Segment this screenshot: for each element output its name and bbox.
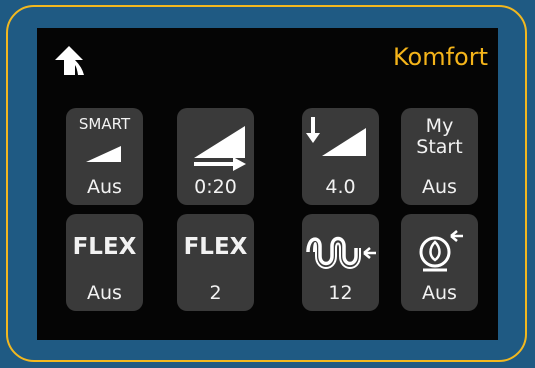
tile-start-pressure[interactable]: 4.0 bbox=[302, 108, 379, 205]
tile-label-line2: Start bbox=[416, 136, 463, 158]
page-title: Komfort bbox=[392, 43, 488, 71]
tile-value: 0:20 bbox=[194, 176, 237, 198]
tile-ramp-time[interactable]: 0:20 bbox=[177, 108, 254, 205]
mask-fit-icon bbox=[419, 230, 463, 272]
device-screen: Komfort SMART Aus 0:20 4.0 My Start Aus bbox=[37, 28, 498, 340]
tube-setting-icon bbox=[306, 236, 376, 269]
tile-flex-2[interactable]: FLEX 2 bbox=[177, 214, 254, 311]
tile-value: Aus bbox=[422, 176, 457, 198]
back-arrow-icon bbox=[55, 46, 84, 75]
tile-smart-ramp[interactable]: SMART Aus bbox=[66, 108, 143, 205]
back-button[interactable] bbox=[51, 40, 91, 80]
start-pressure-icon bbox=[306, 117, 366, 156]
tile-mask-fit[interactable]: Aus bbox=[401, 214, 478, 311]
tile-value: 12 bbox=[328, 282, 353, 304]
smart-ramp-icon bbox=[86, 146, 121, 162]
tile-mystart[interactable]: My Start Aus bbox=[401, 108, 478, 205]
tile-value: Aus bbox=[87, 176, 122, 198]
tile-label: My Start bbox=[401, 116, 478, 158]
ramp-time-icon bbox=[194, 126, 246, 171]
tile-value: Aus bbox=[87, 282, 122, 304]
tile-tube-setting[interactable]: 12 bbox=[302, 214, 379, 311]
tile-label: FLEX bbox=[183, 234, 248, 260]
tile-value: 4.0 bbox=[325, 176, 356, 198]
tile-label: FLEX bbox=[72, 234, 137, 260]
tile-flex-1[interactable]: FLEX Aus bbox=[66, 214, 143, 311]
tile-value: Aus bbox=[422, 282, 457, 304]
tile-value: 2 bbox=[209, 282, 222, 304]
tile-label-line1: My bbox=[425, 115, 454, 137]
